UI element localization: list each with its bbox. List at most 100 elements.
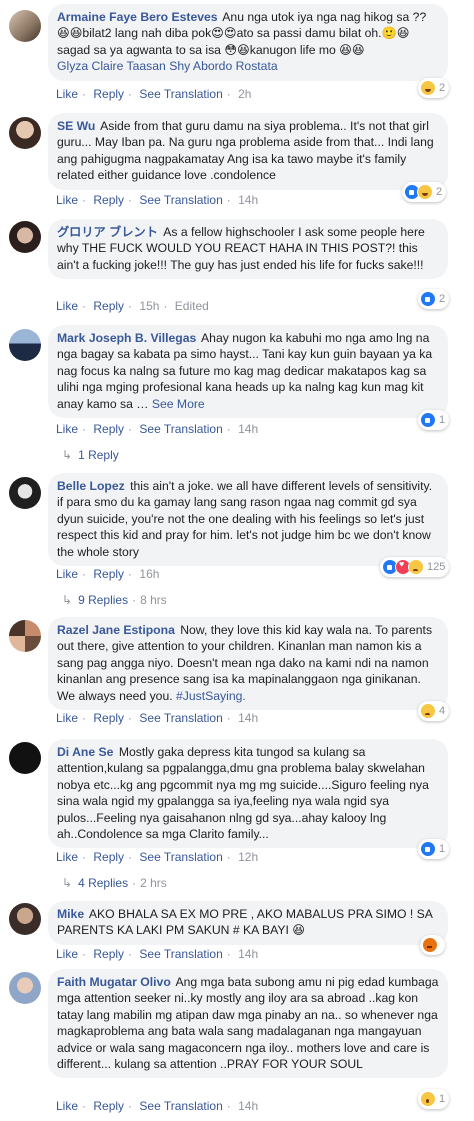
see-translation-link[interactable]: See Translation: [139, 1099, 222, 1113]
separator-dot: ·: [132, 593, 137, 607]
comment-author[interactable]: グロリア ブレント: [57, 225, 158, 239]
separator-dot: ·: [226, 422, 231, 436]
comment-timestamp[interactable]: 14h: [238, 711, 258, 725]
reaction-summary[interactable]: 4: [418, 701, 450, 721]
comment-author[interactable]: SE Wu: [57, 119, 95, 133]
angry-icon: [422, 937, 438, 953]
separator-dot: ·: [128, 1099, 133, 1113]
comment-author[interactable]: Belle Lopez: [57, 479, 125, 493]
avatar[interactable]: [9, 972, 41, 1004]
comment-author[interactable]: Armaine Faye Bero Esteves: [57, 10, 218, 24]
see-translation-link[interactable]: See Translation: [139, 850, 222, 864]
see-translation-link[interactable]: See Translation: [139, 422, 222, 436]
see-translation-link[interactable]: See Translation: [139, 87, 222, 101]
like-button[interactable]: Like: [56, 422, 78, 436]
view-replies-link[interactable]: ↳ 9 Replies · 8 hrs: [62, 593, 167, 607]
reply-button[interactable]: Reply: [93, 422, 124, 436]
comment-actions: Like · Reply · See Translation · 12h: [56, 850, 258, 864]
separator-dot: ·: [128, 711, 133, 725]
like-button[interactable]: Like: [56, 299, 78, 313]
comment-bubble: Mike AKO BHALA SA EX MO PRE , AKO MABALU…: [48, 901, 448, 945]
hashtag-link[interactable]: #JustSaying.: [176, 689, 246, 703]
view-replies-link[interactable]: ↳ 4 Replies · 2 hrs: [62, 876, 167, 890]
avatar[interactable]: [9, 477, 41, 509]
comment-timestamp[interactable]: 14h: [238, 1099, 258, 1113]
separator-dot: ·: [82, 711, 87, 725]
separator-dot: ·: [82, 1099, 87, 1113]
comment-timestamp[interactable]: 15h: [139, 299, 159, 313]
separator-dot: ·: [128, 567, 133, 581]
see-more-link[interactable]: See More: [152, 397, 205, 411]
reply-button[interactable]: Reply: [93, 299, 124, 313]
comment-bubble: グロリア ブレント As a fellow highschooler I ask…: [48, 219, 448, 280]
separator-dot: ·: [128, 947, 133, 961]
wow-icon: [420, 1091, 436, 1107]
reply-button[interactable]: Reply: [93, 850, 124, 864]
like-button[interactable]: Like: [56, 947, 78, 961]
avatar[interactable]: [9, 903, 41, 935]
reaction-summary[interactable]: 2: [418, 78, 450, 98]
reaction-summary[interactable]: 2: [402, 182, 447, 202]
comment-text: Aside from that guru damu na siya proble…: [57, 119, 434, 183]
like-button[interactable]: Like: [56, 1099, 78, 1113]
reply-button[interactable]: Reply: [93, 87, 124, 101]
separator-dot: ·: [82, 567, 87, 581]
edited-label[interactable]: Edited: [175, 299, 209, 313]
comment-timestamp[interactable]: 14h: [238, 193, 258, 207]
like-button[interactable]: Like: [56, 87, 78, 101]
view-replies-link[interactable]: ↳ 1 Reply: [62, 448, 119, 462]
see-translation-link[interactable]: See Translation: [139, 947, 222, 961]
like-icon: [420, 291, 436, 307]
reaction-summary[interactable]: 1: [418, 1089, 450, 1109]
like-button[interactable]: Like: [56, 193, 78, 207]
comment-timestamp[interactable]: 12h: [238, 850, 258, 864]
reply-button[interactable]: Reply: [93, 1099, 124, 1113]
comment-author[interactable]: Di Ane Se: [57, 745, 113, 759]
avatar[interactable]: [9, 329, 41, 361]
see-translation-link[interactable]: See Translation: [139, 711, 222, 725]
separator-dot: ·: [226, 711, 231, 725]
comment-timestamp[interactable]: 16h: [139, 567, 159, 581]
comment-author[interactable]: Mark Joseph B. Villegas: [57, 331, 196, 345]
comment-bubble: SE Wu Aside from that guru damu na siya …: [48, 113, 448, 190]
comment-text: Mostly gaka depress kita tungod sa kulan…: [57, 745, 429, 842]
see-translation-link[interactable]: See Translation: [139, 193, 222, 207]
reply-button[interactable]: Reply: [93, 193, 124, 207]
comment-timestamp[interactable]: 14h: [238, 422, 258, 436]
tagged-people-link[interactable]: Glyza Claire Taasan Shy Abordo Rostata: [57, 59, 278, 73]
comment-actions: Like · Reply · See Translation · 14h: [56, 711, 258, 725]
haha-icon: [420, 80, 436, 96]
comment-actions: Like · Reply · 15h · Edited: [56, 299, 209, 313]
comment-timestamp[interactable]: 14h: [238, 947, 258, 961]
comment-bubble: Di Ane Se Mostly gaka depress kita tungo…: [48, 739, 448, 849]
avatar[interactable]: [9, 10, 41, 42]
reaction-summary[interactable]: 1: [418, 839, 450, 859]
comment-author[interactable]: Mike: [57, 907, 84, 921]
comment-author[interactable]: Faith Mugatar Olivo: [57, 975, 171, 989]
separator-dot: ·: [128, 193, 133, 207]
avatar[interactable]: [9, 117, 41, 149]
like-button[interactable]: Like: [56, 567, 78, 581]
reply-button[interactable]: Reply: [93, 711, 124, 725]
avatar[interactable]: [9, 221, 41, 253]
avatar[interactable]: [9, 742, 41, 774]
avatar[interactable]: [9, 620, 41, 652]
like-button[interactable]: Like: [56, 850, 78, 864]
separator-dot: ·: [128, 850, 133, 864]
like-button[interactable]: Like: [56, 711, 78, 725]
comment-actions: Like · Reply · See Translation · 14h: [56, 422, 258, 436]
comment-actions: Like · Reply · 16h: [56, 567, 159, 581]
haha-icon: [417, 184, 433, 200]
like-icon: [420, 412, 436, 428]
comment-author[interactable]: Razel Jane Estipona: [57, 623, 175, 637]
reaction-summary[interactable]: 1: [418, 410, 450, 430]
reaction-summary[interactable]: [420, 935, 445, 955]
reaction-summary[interactable]: 2: [418, 289, 450, 309]
separator-dot: ·: [128, 422, 133, 436]
reply-button[interactable]: Reply: [93, 567, 124, 581]
comment-timestamp[interactable]: 2h: [238, 87, 251, 101]
reaction-summary[interactable]: 125: [380, 557, 450, 577]
reply-button[interactable]: Reply: [93, 947, 124, 961]
sad-icon: [408, 559, 424, 575]
separator-dot: ·: [226, 193, 231, 207]
